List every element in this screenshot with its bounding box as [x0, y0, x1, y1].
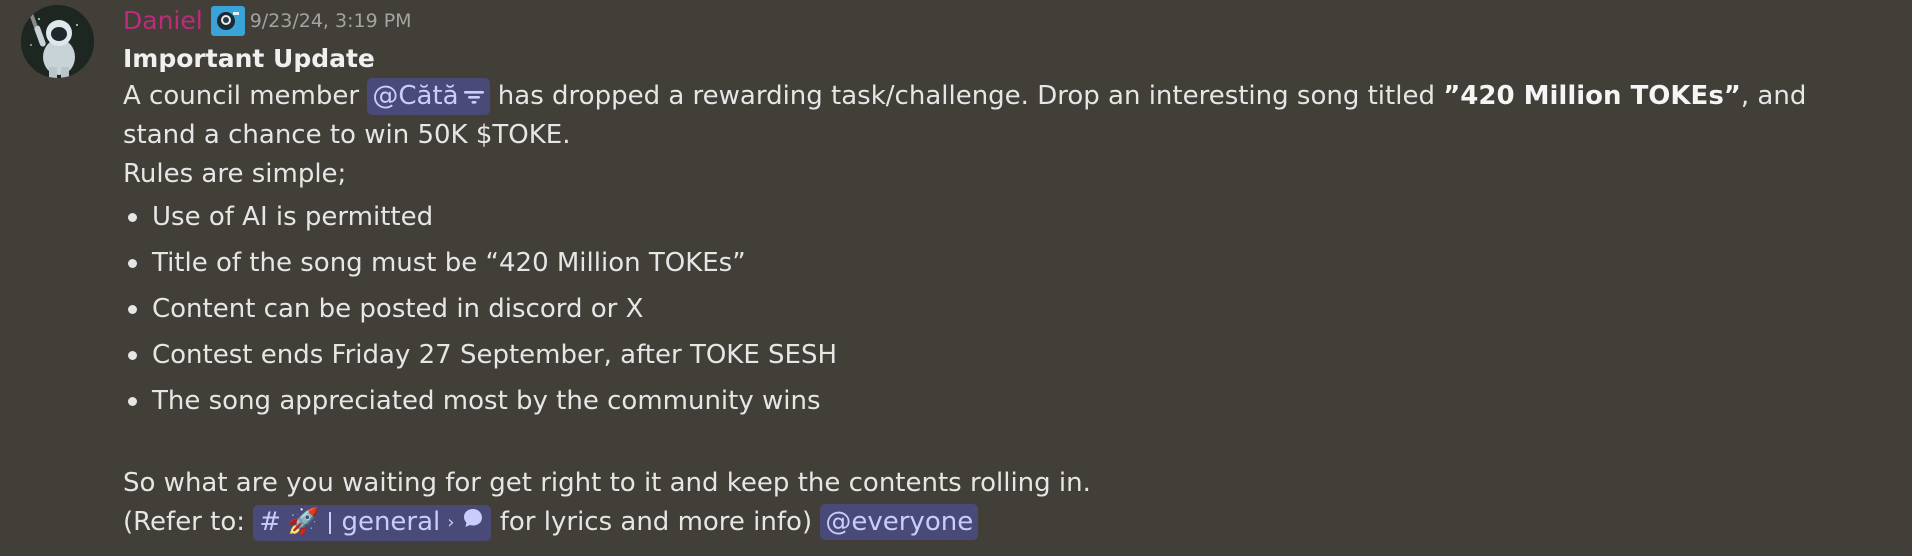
- refer-paragraph: (Refer to: # 🚀 general › for lyrics and mor…: [123, 503, 1883, 542]
- rule-item: Use of AI is permitted: [123, 194, 1883, 240]
- rule-item: Contest ends Friday 27 September, after …: [123, 332, 1883, 378]
- wifi-icon: [463, 79, 485, 115]
- rules-heading: Rules are simple;: [123, 159, 347, 189]
- intro-text-middle: has dropped a rewarding task/challenge. …: [489, 81, 1444, 111]
- refer-text-after: for lyrics and more info): [491, 507, 821, 537]
- user-mention[interactable]: @Cătă: [367, 78, 490, 115]
- message-content: Daniel 9/23/24, 3:19 PM Important Update…: [123, 0, 1883, 542]
- refer-text-before: (Refer to:: [123, 507, 254, 537]
- rule-item: The song appreciated most by the communi…: [123, 378, 1883, 424]
- author-name[interactable]: Daniel: [123, 0, 203, 42]
- channel-separator: [329, 511, 332, 534]
- rules-list: Use of AI is permitted Title of the song…: [123, 194, 1883, 424]
- channel-name: general: [341, 507, 441, 537]
- astronaut-badge-icon[interactable]: [210, 6, 245, 36]
- chat-message: Daniel 9/23/24, 3:19 PM Important Update…: [0, 0, 1912, 556]
- thread-bubble-icon: [461, 503, 485, 542]
- everyone-mention[interactable]: @everyone: [820, 504, 979, 540]
- song-title: ”420 Million TOKEs”: [1443, 81, 1741, 111]
- channel-hash-icon: #: [259, 507, 282, 537]
- astronaut-avatar-icon: [21, 5, 94, 78]
- message-title: Important Update: [123, 44, 375, 73]
- user-mention-label: @Cătă: [372, 81, 459, 111]
- intro-text-before: A council member: [123, 81, 368, 111]
- rule-item: Title of the song must be “420 Million T…: [123, 240, 1883, 286]
- rule-item: Content can be posted in discord or X: [123, 286, 1883, 332]
- channel-link[interactable]: # 🚀 general ›: [253, 503, 492, 542]
- message-timestamp[interactable]: 9/23/24, 3:19 PM: [250, 0, 412, 42]
- closing-paragraph: So what are you waiting for get right to…: [123, 468, 1091, 498]
- message-header: Daniel 9/23/24, 3:19 PM: [123, 0, 1883, 42]
- chevron-right-icon: ›: [447, 512, 455, 533]
- intro-paragraph: A council member @Cătă has dropped a rew…: [123, 77, 1883, 155]
- user-avatar[interactable]: [21, 5, 94, 78]
- rocket-icon: 🚀: [287, 507, 320, 537]
